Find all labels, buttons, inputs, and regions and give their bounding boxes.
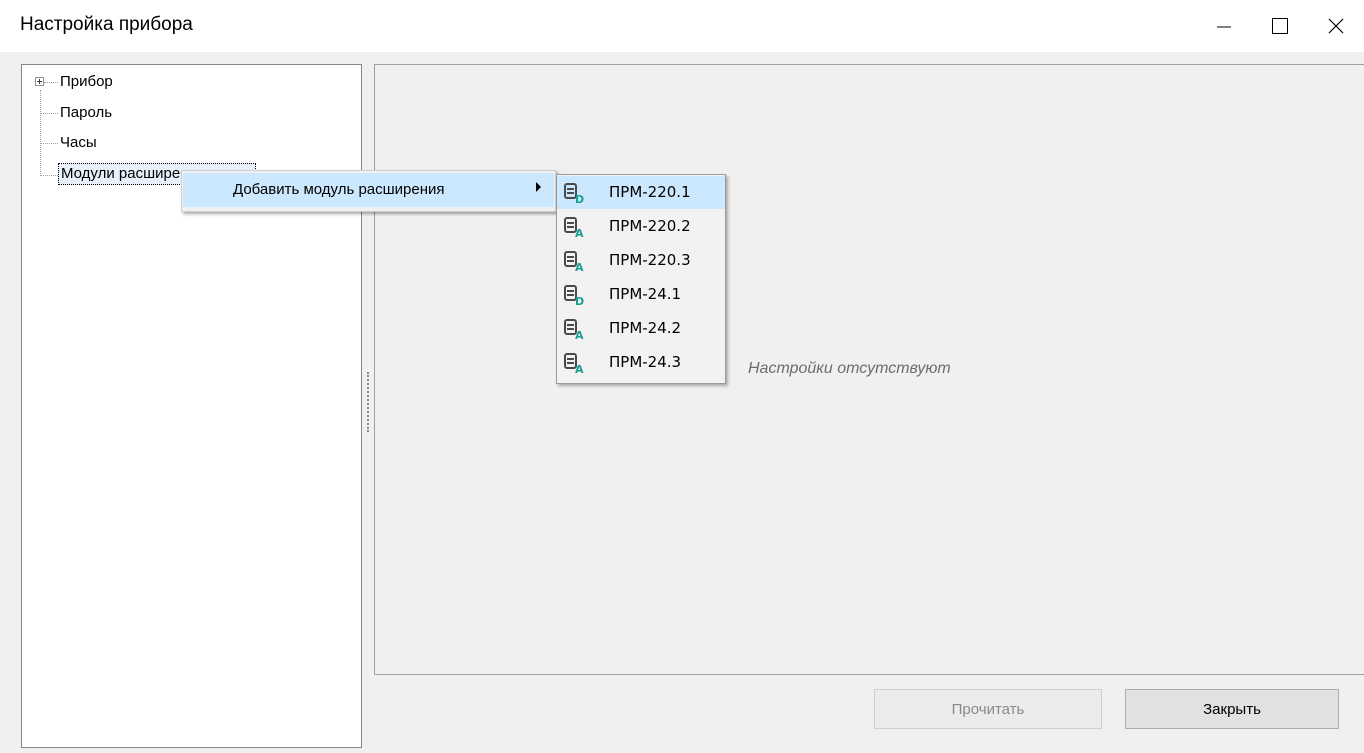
module-d-icon: D bbox=[564, 285, 584, 306]
read-button[interactable]: Прочитать bbox=[874, 689, 1102, 729]
svg-text:A: A bbox=[575, 227, 584, 238]
title-bar: Настройка прибора bbox=[0, 0, 1364, 52]
expand-icon[interactable] bbox=[35, 77, 44, 86]
tree-item-clock[interactable]: Часы bbox=[58, 133, 99, 153]
svg-text:A: A bbox=[575, 329, 584, 340]
submenu-item-label: ПРМ-220.3 bbox=[609, 251, 691, 269]
module-a-icon: A bbox=[564, 353, 584, 374]
submenu-item-prm-220-1[interactable]: D ПРМ-220.1 bbox=[557, 176, 725, 209]
tree-connector bbox=[41, 175, 58, 176]
submenu-item-prm-24-2[interactable]: A ПРМ-24.2 bbox=[557, 312, 725, 345]
submenu-item-prm-24-1[interactable]: D ПРМ-24.1 bbox=[557, 278, 725, 311]
submenu-item-label: ПРМ-24.2 bbox=[609, 319, 682, 337]
submenu-arrow-icon bbox=[536, 182, 541, 192]
close-dialog-button[interactable]: Закрыть bbox=[1125, 689, 1339, 729]
tree-connector bbox=[44, 82, 58, 83]
maximize-icon bbox=[1272, 18, 1288, 34]
submenu-item-label: ПРМ-220.1 bbox=[609, 183, 691, 201]
submenu-item-prm-220-2[interactable]: A ПРМ-220.2 bbox=[557, 210, 725, 243]
window-title: Настройка прибора bbox=[20, 14, 193, 35]
svg-text:D: D bbox=[575, 193, 584, 204]
module-a-icon: A bbox=[564, 319, 584, 340]
svg-text:D: D bbox=[575, 295, 584, 306]
tree-connector bbox=[41, 113, 58, 114]
tree-item-password[interactable]: Пароль bbox=[58, 103, 114, 123]
splitter-handle[interactable] bbox=[367, 372, 371, 432]
module-d-icon: D bbox=[564, 183, 584, 204]
svg-text:A: A bbox=[575, 363, 584, 374]
submenu-item-prm-220-3[interactable]: A ПРМ-220.3 bbox=[557, 244, 725, 277]
submenu-item-label: ПРМ-24.3 bbox=[609, 353, 682, 371]
svg-text:A: A bbox=[575, 261, 584, 272]
minimize-button[interactable] bbox=[1196, 0, 1252, 52]
tree-item-device[interactable]: Прибор bbox=[58, 72, 115, 92]
submenu-item-prm-24-3[interactable]: A ПРМ-24.3 bbox=[557, 346, 725, 379]
submenu-item-label: ПРМ-24.1 bbox=[609, 285, 682, 303]
maximize-button[interactable] bbox=[1252, 0, 1308, 52]
menu-item-label: Добавить модуль расширения bbox=[233, 181, 445, 198]
module-a-icon: A bbox=[564, 251, 584, 272]
tree-connector bbox=[40, 90, 41, 176]
minimize-icon bbox=[1217, 26, 1231, 28]
tree-connector bbox=[41, 143, 58, 144]
close-icon bbox=[1328, 18, 1344, 34]
close-button[interactable] bbox=[1308, 0, 1364, 52]
module-a-icon: A bbox=[564, 217, 584, 238]
empty-settings-text: Настройки отсутствуют bbox=[748, 360, 951, 377]
submenu-item-label: ПРМ-220.2 bbox=[609, 217, 691, 235]
